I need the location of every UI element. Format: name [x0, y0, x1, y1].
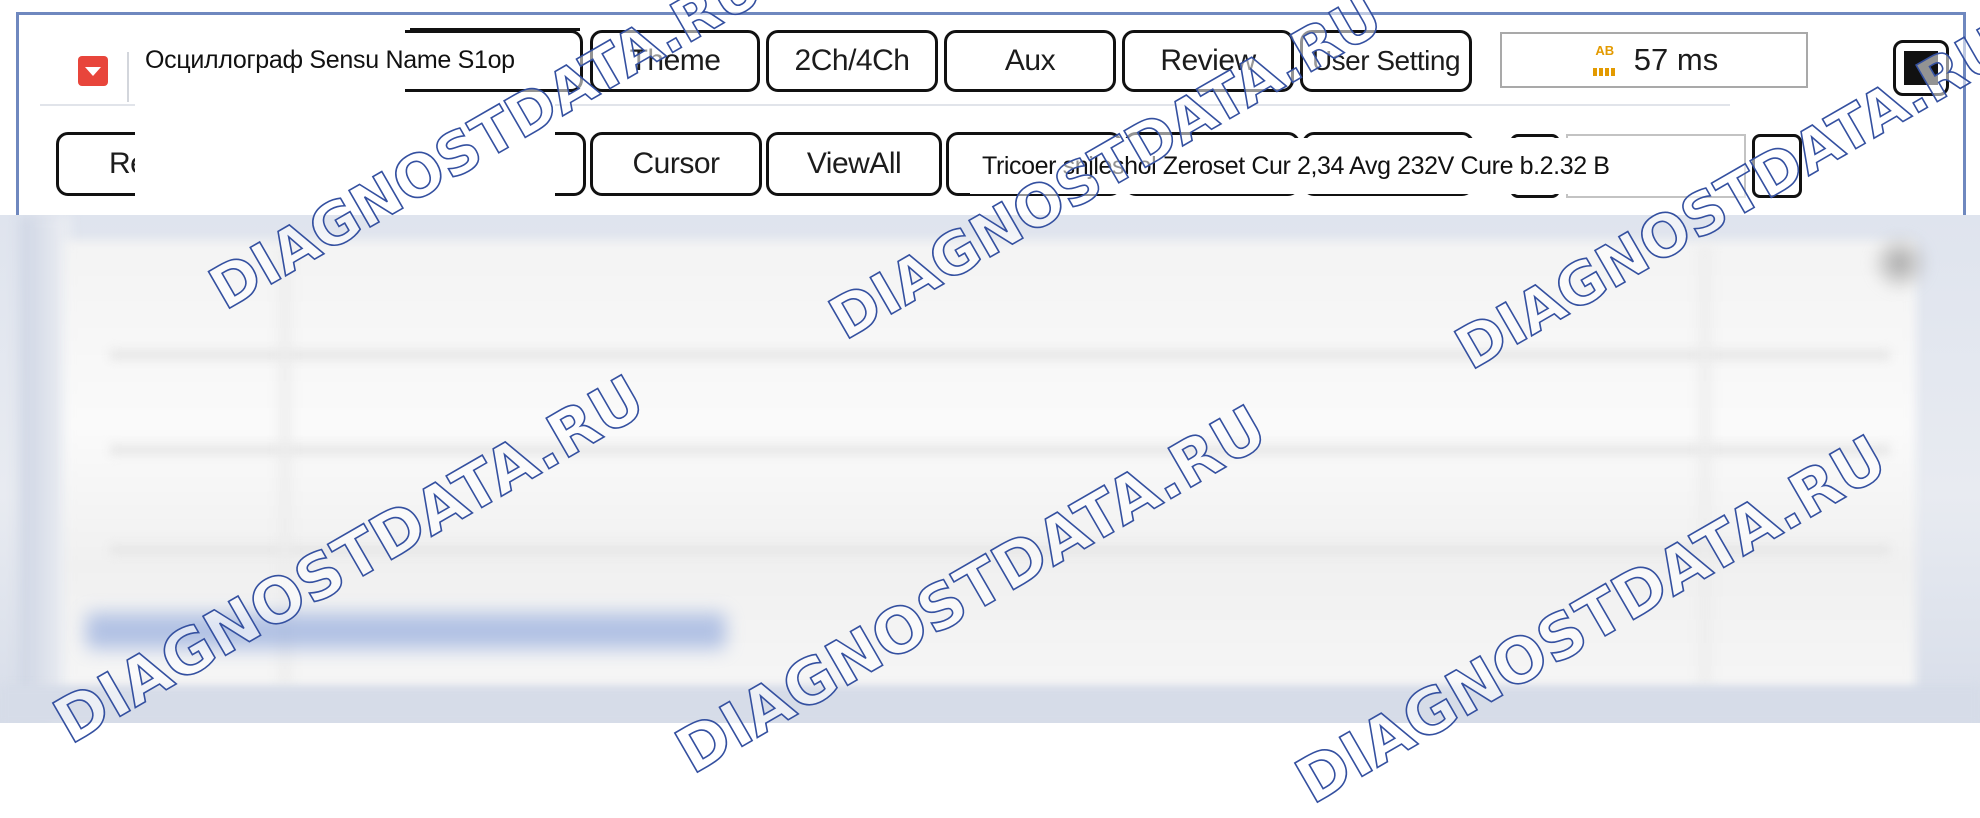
waveform-area[interactable]: [0, 215, 1980, 723]
timer-value: 57 ms: [1633, 42, 1719, 77]
hidden-title-button[interactable]: [405, 30, 583, 92]
user-setting-button[interactable]: User Setting: [1300, 30, 1472, 92]
oscilloscope-app: Theme 2Ch/4Ch Aux Review User Setting AB…: [0, 0, 1980, 818]
ab-icon: AB: [1590, 44, 1620, 76]
view-all-button[interactable]: ViewAll: [766, 132, 942, 196]
aux-button[interactable]: Aux: [944, 30, 1116, 92]
blurred-link: [86, 613, 726, 649]
timer-display: AB 57 ms: [1500, 32, 1808, 88]
cursor-button[interactable]: Cursor: [590, 132, 762, 196]
grid-line: [1700, 245, 1710, 685]
grid-line: [110, 350, 1890, 360]
plot-left-edge: [20, 215, 70, 723]
stop-button[interactable]: [1893, 40, 1949, 96]
status-strip: [0, 685, 1980, 723]
channels-toggle-button[interactable]: 2Ch/4Ch: [766, 30, 938, 92]
grid-line: [110, 545, 1890, 555]
measurement-readout: Tricoer snjleshol Zeroset Cur 2,34 Avg 2…: [970, 138, 1622, 194]
stop-square-icon: [1904, 51, 1938, 85]
theme-button[interactable]: Theme: [590, 30, 760, 92]
corner-shadow: [1870, 233, 1930, 293]
review-button[interactable]: Review: [1122, 30, 1294, 92]
app-menu-icon[interactable]: [78, 56, 108, 86]
small-button-right[interactable]: [1752, 134, 1802, 198]
icon-divider: [127, 52, 129, 102]
grid-line: [110, 445, 1890, 455]
